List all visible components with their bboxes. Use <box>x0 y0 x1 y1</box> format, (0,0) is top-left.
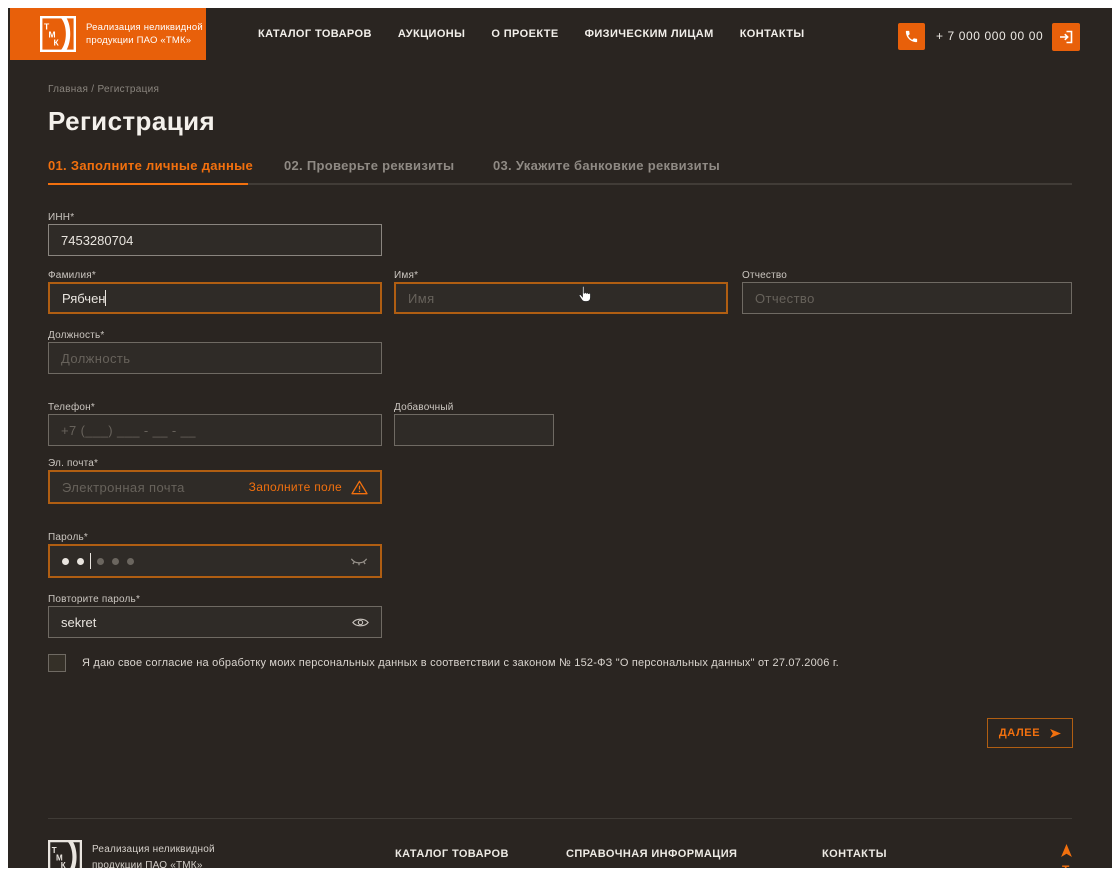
lastname-value: Рябчен <box>62 290 106 306</box>
eye-open-icon[interactable] <box>352 617 369 628</box>
phone-label: Телефон* <box>48 402 95 413</box>
tab-step-2-check-details[interactable]: 02. Проверьте реквизиты <box>284 158 454 173</box>
email-input[interactable]: Электронная почта Заполните поле <box>48 470 382 504</box>
password-dot <box>112 557 119 565</box>
inn-input[interactable] <box>48 224 382 256</box>
consent-checkbox[interactable] <box>48 654 66 672</box>
consent-text: Я даю свое согласие на обработку моих пе… <box>82 657 839 669</box>
main-nav: КАТАЛОГ ТОВАРОВ АУКЦИОНЫ О ПРОЕКТЕ ФИЗИЧ… <box>258 8 805 60</box>
footer-col-info[interactable]: СПРАВОЧНАЯ ИНФОРМАЦИЯ <box>566 848 737 860</box>
password-dot <box>127 557 134 565</box>
site-logo[interactable]: Т М К Реализация неликвидной продукции П… <box>10 8 206 60</box>
nav-item-auctions[interactable]: АУКЦИОНЫ <box>398 28 466 40</box>
position-input[interactable] <box>48 342 382 374</box>
email-placeholder: Электронная почта <box>62 479 185 495</box>
text-caret <box>105 290 107 306</box>
tabs-underline-active <box>48 183 248 185</box>
firstname-input[interactable] <box>394 282 728 314</box>
position-label: Должность* <box>48 330 105 341</box>
password-dot <box>62 557 69 565</box>
tab-step-1-personal-data[interactable]: 01. Заполните личные данные <box>48 158 253 173</box>
warning-icon <box>351 480 368 494</box>
page-title: Регистрация <box>48 106 216 136</box>
password-repeat-label: Повторите пароль* <box>48 594 141 605</box>
lastname-label: Фамилия* <box>48 270 96 281</box>
nav-item-contacts[interactable]: КОНТАКТЫ <box>740 28 805 40</box>
lastname-input[interactable]: Рябчен <box>48 282 382 314</box>
password-dot <box>77 557 84 565</box>
browser-viewport: Т М К Реализация неликвидной продукции П… <box>0 0 1120 871</box>
email-label: Эл. почта* <box>48 458 99 469</box>
login-button[interactable] <box>1052 23 1080 51</box>
password-label: Пароль* <box>48 532 88 543</box>
breadcrumb-separator: / <box>91 84 95 95</box>
phone-number: + 7 000 000 00 00 <box>936 29 1044 43</box>
password-repeat-input[interactable]: sekret <box>48 606 382 638</box>
extension-input[interactable] <box>394 414 554 446</box>
firstname-label: Имя* <box>394 270 419 281</box>
scroll-to-top-partial-text[interactable]: Т <box>1062 863 1069 868</box>
password-dot <box>97 557 104 565</box>
footer-col-contacts[interactable]: КОНТАКТЫ <box>822 848 887 860</box>
footer-col-catalog[interactable]: КАТАЛОГ ТОВАРОВ <box>395 848 509 860</box>
tab-step-3-bank-details[interactable]: 03. Укажите банковкие реквизиты <box>493 158 720 173</box>
arrow-up-icon <box>1061 844 1072 857</box>
phone-button[interactable] <box>898 23 925 50</box>
login-icon <box>1060 30 1073 44</box>
eye-closed-icon[interactable] <box>350 556 368 567</box>
nav-item-about[interactable]: О ПРОЕКТЕ <box>491 28 558 40</box>
logo-tagline: Реализация неликвидной продукции ПАО «ТМ… <box>86 22 203 46</box>
nav-item-catalog[interactable]: КАТАЛОГ ТОВАРОВ <box>258 28 372 40</box>
breadcrumb-current: Регистрация <box>97 84 160 95</box>
header: Т М К Реализация неликвидной продукции П… <box>8 8 1112 60</box>
phone-icon <box>905 30 918 43</box>
email-error-text: Заполните поле <box>248 480 342 494</box>
phone-input[interactable] <box>48 414 382 446</box>
password-input[interactable] <box>48 544 382 578</box>
footer-divider <box>48 818 1072 819</box>
middlename-input[interactable] <box>742 282 1072 314</box>
middlename-label: Отчество <box>742 270 788 281</box>
svg-text:К: К <box>61 861 66 868</box>
extension-label: Добавочный <box>394 402 454 413</box>
breadcrumb: Главная / Регистрация <box>48 84 159 95</box>
nav-item-individuals[interactable]: ФИЗИЧЕСКИМ ЛИЦАМ <box>585 28 714 40</box>
arrow-right-icon <box>1050 728 1062 738</box>
footer-tmk-logo-icon: Т М К <box>48 840 82 868</box>
text-caret <box>90 553 91 569</box>
next-button[interactable]: ДАЛЕЕ <box>987 718 1073 748</box>
tmk-logo-icon: Т М К <box>40 16 76 52</box>
password-repeat-value: sekret <box>61 614 97 630</box>
registration-page: Т М К Реализация неликвидной продукции П… <box>8 8 1112 868</box>
footer-tagline-line1: Реализация неликвидной <box>92 844 215 855</box>
next-button-label: ДАЛЕЕ <box>998 727 1041 739</box>
inn-label: ИНН* <box>48 212 75 223</box>
footer-tagline-line2: продукции ПАО «ТМК» <box>92 860 203 868</box>
svg-text:К: К <box>54 38 60 48</box>
scroll-to-top-button[interactable] <box>1060 843 1073 861</box>
breadcrumb-home[interactable]: Главная <box>48 84 88 95</box>
